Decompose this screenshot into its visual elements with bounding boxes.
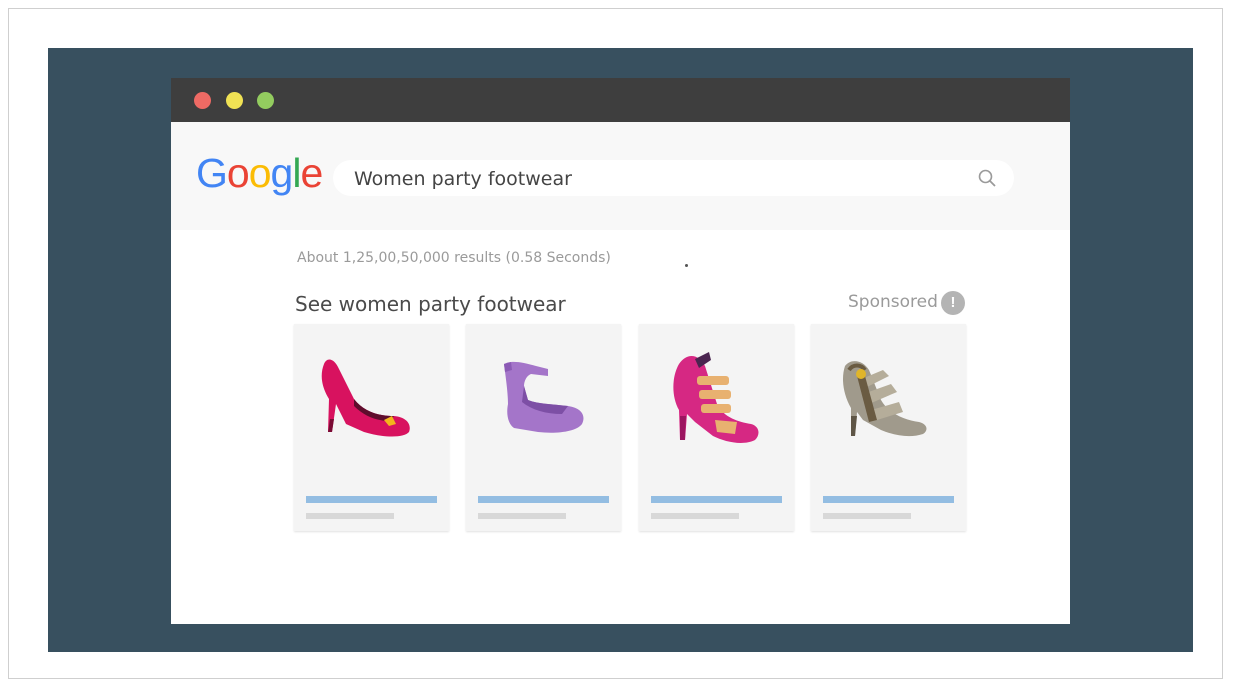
pink-strappy-heel-icon [673,352,759,443]
logo-letter: G [196,150,228,196]
minimize-window-button[interactable] [226,92,243,109]
product-title-placeholder [823,496,954,503]
product-card[interactable] [466,324,621,531]
search-query-text: Women party footwear [354,168,572,190]
logo-letter: e [300,150,323,196]
logo-letter: l [292,150,301,196]
info-icon[interactable]: ! [941,291,965,315]
product-title-placeholder [478,496,609,503]
google-logo[interactable]: Google [196,150,323,196]
product-card[interactable] [639,324,794,531]
maximize-window-button[interactable] [257,92,274,109]
results-count: About 1,25,00,50,000 results (0.58 Secon… [297,250,611,266]
product-card[interactable] [811,324,966,531]
product-price-placeholder [823,513,911,519]
logo-letter: o [226,150,250,196]
browser-window: Google Women party footwear About 1,25,0… [171,78,1070,624]
product-price-placeholder [306,513,394,519]
gray-cage-heel-icon [843,361,927,437]
logo-letter: o [248,150,272,196]
search-icon[interactable] [978,169,996,187]
shopping-section-title: See women party footwear [295,292,566,316]
product-price-placeholder [478,513,566,519]
logo-letter: g [270,150,294,196]
search-header: Google Women party footwear [171,122,1070,230]
close-window-button[interactable] [194,92,211,109]
red-pump-icon [321,359,410,437]
product-title-placeholder [651,496,782,503]
product-card[interactable] [294,324,449,531]
title-bar [171,78,1070,122]
search-input[interactable]: Women party footwear [333,160,1014,196]
purple-wedge-icon [504,361,584,433]
cursor-dot [685,264,688,267]
sponsored-label: Sponsored [848,292,938,312]
product-price-placeholder [651,513,739,519]
product-title-placeholder [306,496,437,503]
